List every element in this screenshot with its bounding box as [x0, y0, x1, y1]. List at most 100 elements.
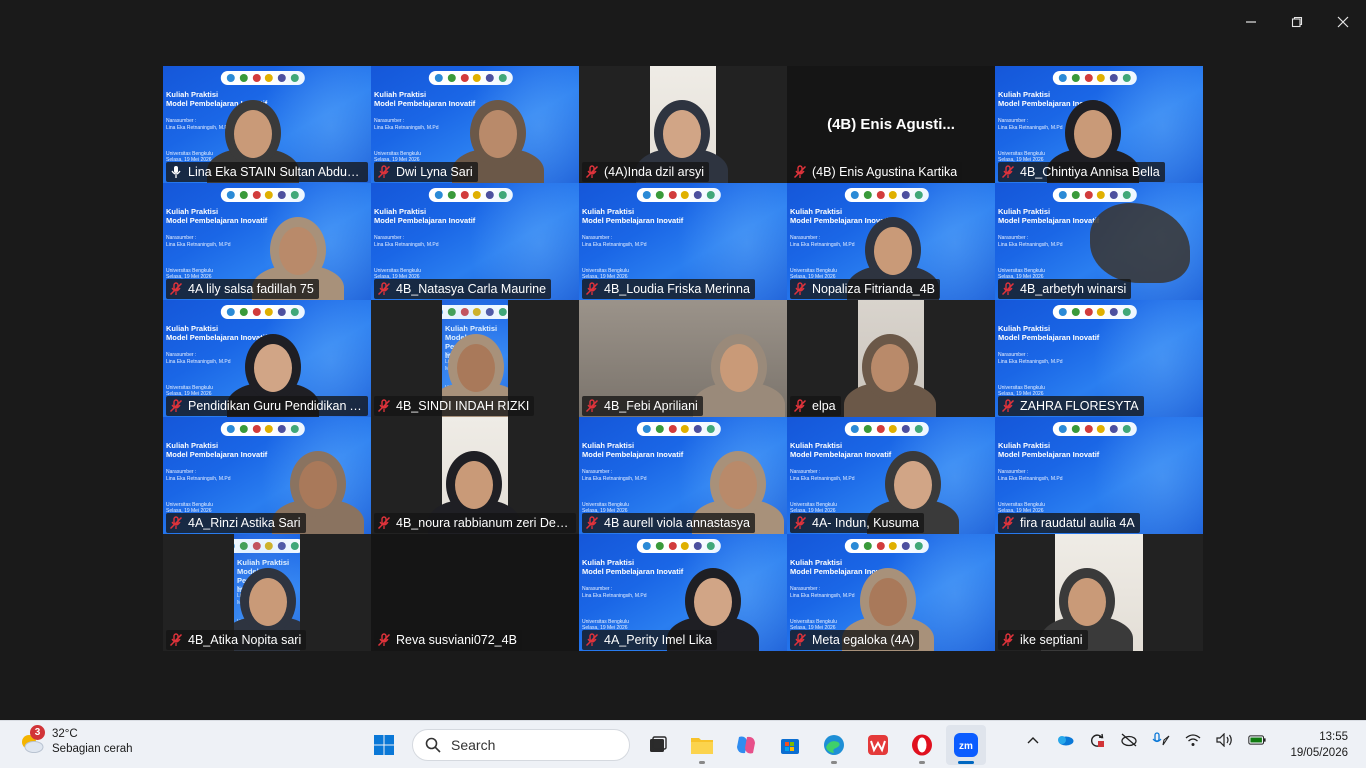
minimize-button[interactable] [1228, 0, 1274, 44]
slide-logos [636, 188, 721, 202]
slide-narasumber: Narasumber : Lina Eka Retnaningsih, M.Pd [790, 469, 855, 482]
slide-title: Kuliah Praktisi Model Pembelajaran Inova… [166, 207, 268, 225]
file-explorer-button[interactable] [682, 725, 722, 765]
slide-narasumber: Narasumber : Lina Eka Retnaningsih, M.Pd [998, 469, 1063, 482]
participant-tile[interactable]: Kuliah Praktisi Model Pembelajaran Inova… [163, 183, 371, 300]
participant-name-plate: Dwi Lyna Sari [374, 162, 478, 182]
participant-tile[interactable]: Kuliah Praktisi Model Pembelajaran Inova… [787, 534, 995, 651]
chevron-up-icon[interactable] [1024, 731, 1042, 749]
participant-tile[interactable]: Reva susviani072_4B [371, 534, 579, 651]
participant-name: Nopaliza Fitrianda_4B [812, 282, 935, 296]
participant-name: 4B_arbetyh winarsi [1020, 282, 1127, 296]
zoom-button[interactable]: zm [946, 725, 986, 765]
task-view-button[interactable] [638, 725, 678, 765]
participant-tile[interactable]: (4B) Enis Agusti... (4B) Enis Agustina Ka… [787, 66, 995, 183]
close-button[interactable] [1320, 0, 1366, 44]
participant-tile[interactable]: Kuliah Praktisi Model Pembelajaran Inova… [579, 534, 787, 651]
slide-narasumber: Narasumber : Lina Eka Retnaningsih, M.Pd [374, 235, 439, 248]
wifi-icon[interactable] [1184, 731, 1202, 749]
participant-name: Pendidikan Guru Pendidikan A... [188, 399, 363, 413]
slide-narasumber: Narasumber : Lina Eka Retnaningsih, M.Pd [790, 586, 855, 599]
participant-tile[interactable]: Kuliah Praktisi Model Pembelajaran Inova… [371, 183, 579, 300]
muted-mic-icon [793, 633, 807, 647]
participant-tile[interactable]: elpa [787, 300, 995, 417]
participant-name: fira raudatul aulia 4A [1020, 516, 1135, 530]
copilot-button[interactable] [726, 725, 766, 765]
muted-mic-icon [377, 399, 391, 413]
participant-tile[interactable]: Kuliah Praktisi Model Pembelajaran Inova… [787, 417, 995, 534]
participant-name-plate: 4B_SINDI INDAH RIZKI [374, 396, 535, 416]
participant-name-plate: 4B_Febi Apriliani [582, 396, 703, 416]
participant-name-plate: Reva susviani072_4B [374, 630, 522, 650]
muted-mic-icon [377, 516, 391, 530]
no-sync-icon[interactable] [1120, 731, 1138, 749]
store-button[interactable] [770, 725, 810, 765]
restore-button[interactable] [1274, 0, 1320, 44]
weather-widget[interactable]: 3 32°C Sebagian cerah [18, 725, 133, 757]
participant-name: 4A- Indun, Kusuma [812, 516, 920, 530]
slide-title: Kuliah Praktisi Model Pembelajaran Inova… [582, 441, 684, 459]
participant-tile[interactable]: 4B_Febi Apriliani [579, 300, 787, 417]
participant-tile[interactable]: Kuliah Praktisi Model Pembelajaran Inova… [163, 417, 371, 534]
edge-button[interactable] [814, 725, 854, 765]
muted-mic-icon [169, 399, 183, 413]
participant-name-plate: 4B_Loudia Friska Merinna [582, 279, 755, 299]
search-icon [425, 737, 441, 753]
window-controls [1228, 0, 1366, 44]
slide-title: Kuliah Praktisi Model Pembelajaran Inova… [166, 441, 268, 459]
participant-name: Lina Eka STAIN Sultan Abdurr... [188, 165, 363, 179]
participant-tile[interactable]: Kuliah Praktisi Model Pembelajaran Inova… [995, 417, 1203, 534]
muted-mic-icon [793, 165, 807, 179]
participant-name-plate: fira raudatul aulia 4A [998, 513, 1140, 533]
slide-narasumber: Narasumber : Lina Eka Retnaningsih, M.Pd [166, 235, 231, 248]
muted-mic-icon [585, 282, 599, 296]
participant-name-plate: 4B aurell viola annastasya [582, 513, 755, 533]
participant-tile[interactable]: Kuliah Praktisi Model Pembelajaran Inova… [995, 183, 1203, 300]
wps-button[interactable] [858, 725, 898, 765]
participant-tile[interactable]: ike septiani [995, 534, 1203, 651]
participant-name-plate: 4B_Chintiya Annisa Bella [998, 162, 1165, 182]
svg-text:zm: zm [959, 741, 973, 752]
participant-tile[interactable]: Kuliah Praktisi Model Pembelajaran Inova… [579, 183, 787, 300]
slide-logos [220, 188, 305, 202]
camera-feed [844, 300, 936, 417]
opera-button[interactable] [902, 725, 942, 765]
participant-name: 4B_Febi Apriliani [604, 399, 698, 413]
speaking-mic-icon [171, 166, 181, 178]
participant-tile[interactable]: Kuliah Praktisi Model Pembelajaran Inova… [163, 534, 371, 651]
participant-tile[interactable]: Kuliah Praktisi Model Pembelajaran Inova… [163, 300, 371, 417]
zoom-icon: zm [954, 733, 978, 757]
participant-tile[interactable]: Kuliah Praktisi Model Pembelajaran Inova… [995, 300, 1203, 417]
participant-name-plate: 4A_Rinzi Astika Sari [166, 513, 306, 533]
slide-narasumber: Narasumber : Lina Eka Retnaningsih, M.Pd [582, 235, 647, 248]
participant-tile[interactable]: Kuliah Praktisi Model Pembelajaran Inova… [579, 417, 787, 534]
slide-logos [1052, 422, 1137, 436]
taskbar-search[interactable]: Search [412, 729, 630, 761]
participant-name: 4B_SINDI INDAH RIZKI [396, 399, 530, 413]
battery-icon[interactable] [1248, 731, 1266, 749]
start-button[interactable] [364, 725, 404, 765]
participant-tile[interactable]: Kuliah Praktisi Model Pembelajaran Inova… [371, 66, 579, 183]
slide-title: Kuliah Praktisi Model Pembelajaran Inova… [374, 90, 476, 108]
sync-icon[interactable] [1088, 731, 1106, 749]
participant-name: 4A_Perity Imel Lika [604, 633, 712, 647]
participant-tile[interactable]: 4B_noura rabbianum zeri Dew... [371, 417, 579, 534]
participant-name-plate: 4B_noura rabbianum zeri Dew... [374, 513, 576, 533]
microphone-location-icon[interactable] [1152, 731, 1170, 749]
participant-tile[interactable]: Kuliah Praktisi Model Pembelajaran Inova… [787, 183, 995, 300]
slide-logos [220, 71, 305, 85]
volume-icon[interactable] [1216, 731, 1234, 749]
copilot-icon [737, 736, 755, 754]
participant-tile[interactable]: Kuliah Praktisi Model Pembelajaran Inova… [995, 66, 1203, 183]
participant-tile[interactable]: Kuliah Praktisi Model Pembelajaran Inova… [371, 300, 579, 417]
slide-title: Kuliah Praktisi Model Pembelajaran Inova… [582, 207, 684, 225]
slide-narasumber: Narasumber : Lina Eka Retnaningsih, M.Pd [998, 352, 1063, 365]
slide-title: Kuliah Praktisi Model Pembelajaran Inova… [166, 324, 268, 342]
participant-tile[interactable]: (4A)Inda dzil arsyi [579, 66, 787, 183]
onedrive-icon[interactable] [1056, 731, 1074, 749]
clock[interactable]: 13:55 19/05/2026 [1290, 729, 1348, 761]
participant-tile[interactable]: Kuliah Praktisi Model Pembelajaran Inova… [163, 66, 371, 183]
participant-name: Meta egaloka (4A) [812, 633, 915, 647]
slide-narasumber: Narasumber : Lina Eka Retnaningsih, M.Pd [998, 235, 1063, 248]
participant-name-plate: 4B_Atika Nopita sari [166, 630, 307, 650]
